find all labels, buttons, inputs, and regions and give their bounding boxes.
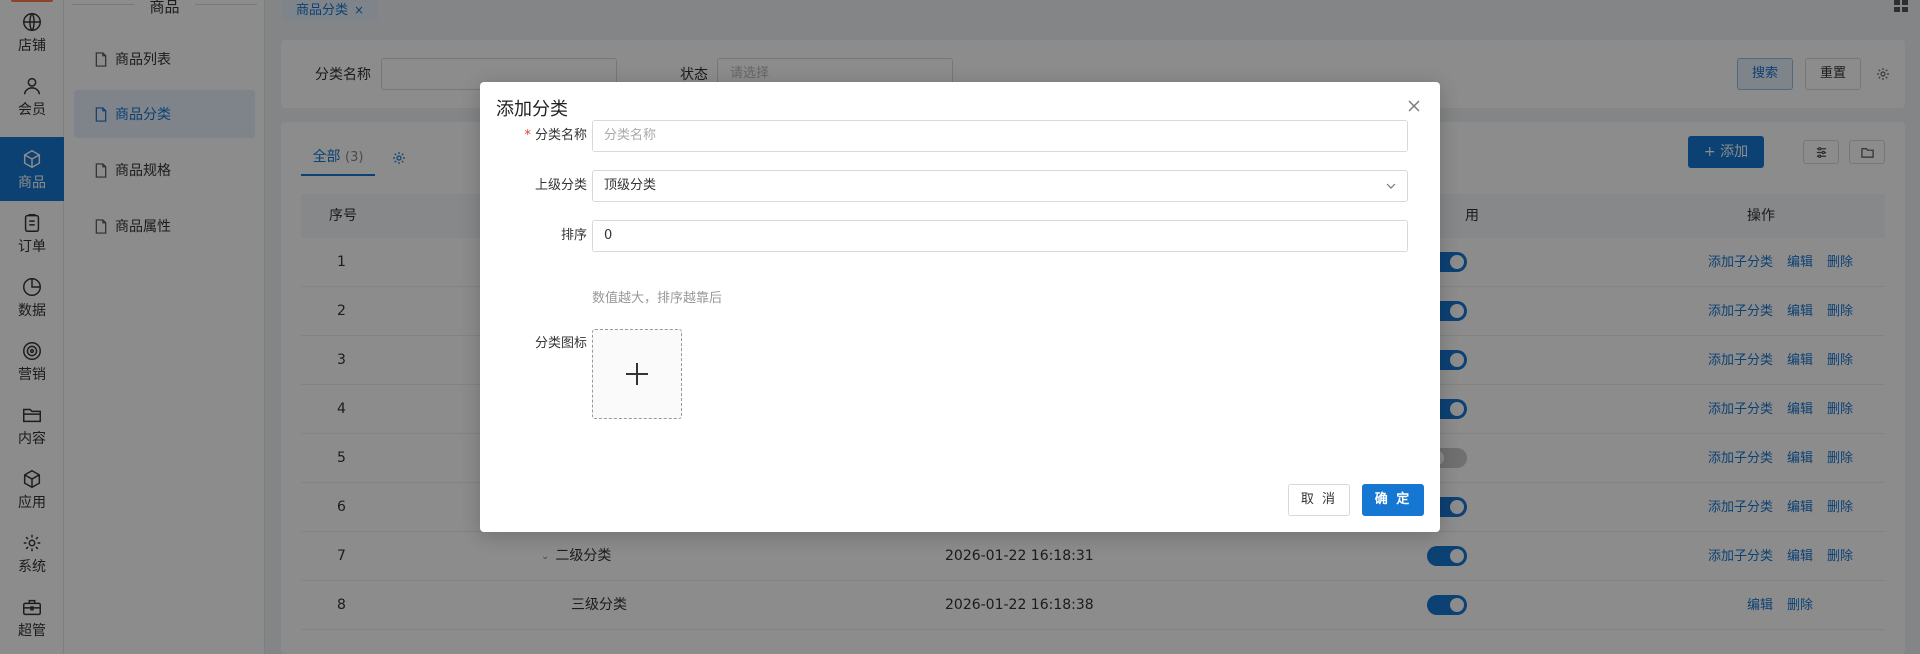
required-mark: * — [524, 128, 531, 143]
parent-category-label: 上级分类 — [534, 178, 587, 193]
dialog-title: 添加分类 — [496, 99, 568, 120]
sort-input[interactable]: 0 — [592, 220, 1408, 252]
icon-upload[interactable] — [592, 329, 682, 419]
category-icon-label: 分类图标 — [534, 336, 587, 351]
confirm-button[interactable]: 确 定 — [1362, 484, 1424, 516]
parent-category-select[interactable]: 顶级分类 — [592, 170, 1408, 202]
parent-category-value: 顶级分类 — [604, 178, 657, 193]
chevron-down-icon — [1386, 183, 1396, 189]
plus-icon — [626, 363, 648, 385]
add-category-dialog: 添加分类 * 分类名称 分类名称 上级分类 顶级分类 排序 0 数值越大，排序越靠… — [480, 82, 1440, 532]
category-name-label-text: 分类名称 — [534, 128, 587, 143]
category-name-input[interactable]: 分类名称 — [592, 120, 1408, 152]
category-name-field-label: * 分类名称 — [524, 120, 587, 152]
sort-hint: 数值越大，排序越靠后 — [592, 291, 723, 306]
cancel-button[interactable]: 取 消 — [1288, 484, 1350, 516]
sort-label: 排序 — [560, 228, 587, 243]
close-icon[interactable] — [1404, 96, 1424, 116]
